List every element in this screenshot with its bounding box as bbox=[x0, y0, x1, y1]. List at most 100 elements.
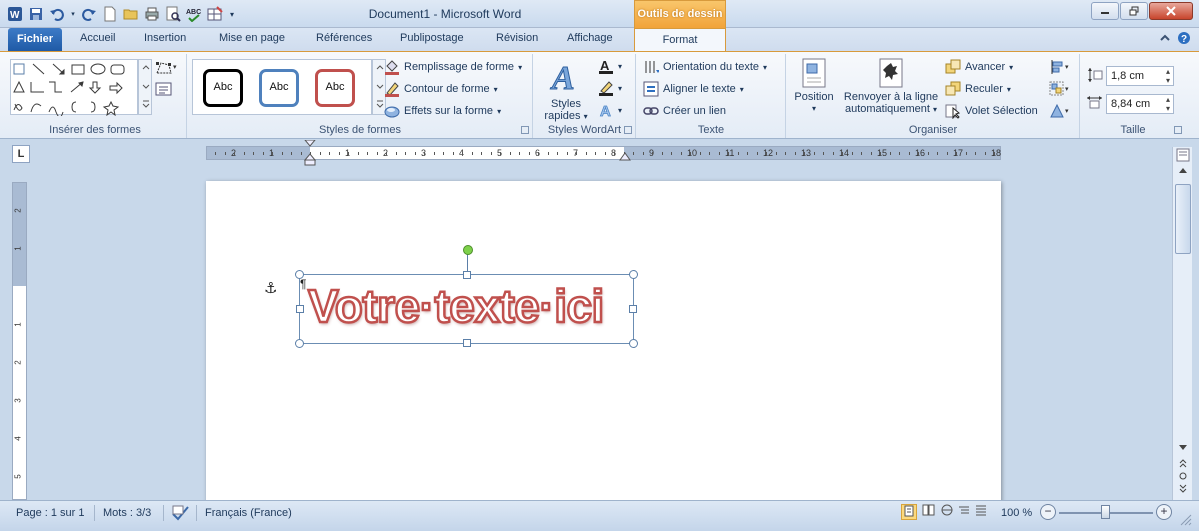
next-page-button[interactable] bbox=[1175, 484, 1191, 498]
previous-page-button[interactable] bbox=[1175, 458, 1191, 472]
word-count[interactable]: Mots : 3/3 bbox=[103, 507, 151, 519]
draw-text-box-button[interactable] bbox=[155, 81, 173, 100]
print-layout-view-button[interactable] bbox=[901, 504, 917, 520]
minimize-button[interactable] bbox=[1091, 2, 1119, 20]
resize-handle-top[interactable] bbox=[463, 271, 471, 279]
text-fill-button[interactable]: A ▾ bbox=[598, 58, 622, 74]
ruler-tick bbox=[918, 152, 919, 155]
shape-effects-button[interactable]: Effets sur la forme ▾ bbox=[384, 103, 501, 119]
tab-file[interactable]: Fichier bbox=[8, 28, 62, 51]
help-icon[interactable]: ? bbox=[1177, 31, 1191, 48]
text-outline-button[interactable]: ▾ bbox=[598, 80, 622, 96]
resize-handle-top-right[interactable] bbox=[629, 270, 638, 279]
indent-markers-icon[interactable] bbox=[304, 140, 316, 166]
resize-handle-left[interactable] bbox=[296, 305, 304, 313]
zoom-slider-thumb[interactable] bbox=[1101, 505, 1110, 519]
zoom-level[interactable]: 100 % bbox=[1001, 507, 1032, 519]
selection-pane-button[interactable]: Volet Sélection bbox=[945, 103, 1038, 119]
scroll-down-button[interactable] bbox=[1175, 442, 1191, 456]
tab-format[interactable]: Format bbox=[634, 28, 726, 52]
shape-height-input[interactable]: 1,8 cm ▴ ▾ bbox=[1106, 66, 1174, 86]
page-count[interactable]: Page : 1 sur 1 bbox=[16, 507, 85, 519]
tab-selector-button[interactable]: L bbox=[12, 145, 30, 163]
outline-view-button[interactable] bbox=[956, 504, 972, 520]
minimize-ribbon-icon[interactable] bbox=[1158, 31, 1172, 48]
shape-style-2[interactable]: Abc bbox=[259, 69, 299, 107]
resize-grip-icon[interactable] bbox=[1178, 512, 1192, 529]
spin-arrows-icon[interactable]: ▴ ▾ bbox=[1166, 67, 1170, 85]
tab-references[interactable]: Références bbox=[316, 32, 372, 44]
position-button[interactable]: Position ▾ bbox=[791, 58, 837, 115]
tab-home[interactable]: Accueil bbox=[80, 32, 115, 44]
wrap-text-button[interactable]: Renvoyer à la ligne automatiquement ▾ bbox=[839, 58, 943, 116]
ruler-tick bbox=[899, 152, 900, 155]
quick-styles-label-1: Styles bbox=[551, 98, 581, 110]
web-layout-button[interactable] bbox=[939, 504, 955, 520]
outline-icon bbox=[959, 506, 969, 514]
resize-handle-bottom-left[interactable] bbox=[295, 339, 304, 348]
tab-review[interactable]: Révision bbox=[496, 32, 538, 44]
close-button[interactable] bbox=[1149, 2, 1193, 20]
edit-shape-button[interactable]: ▾ bbox=[155, 59, 179, 80]
resize-handle-right[interactable] bbox=[629, 305, 637, 313]
align-objects-button[interactable]: ▾ bbox=[1049, 59, 1073, 78]
wordart-text-box[interactable]: ¶ Votre·texte·ici bbox=[295, 245, 638, 348]
document-page[interactable]: ⚓ ¶ Votre·texte·ici bbox=[206, 181, 1001, 500]
resize-handle-bottom-right[interactable] bbox=[629, 339, 638, 348]
ruler-toggle-button[interactable] bbox=[1175, 148, 1191, 162]
horizontal-ruler[interactable]: 21123456789101112131415161718 bbox=[206, 140, 1001, 166]
full-screen-reading-button[interactable] bbox=[921, 504, 937, 520]
shape-outline-button[interactable]: Contour de forme ▾ bbox=[384, 81, 498, 97]
shape-height-value: 1,8 cm bbox=[1111, 70, 1145, 82]
dialog-launcher-icon[interactable] bbox=[521, 126, 529, 134]
tab-mailings[interactable]: Publipostage bbox=[400, 32, 464, 44]
tab-insert[interactable]: Insertion bbox=[144, 32, 186, 44]
shape-style-3[interactable]: Abc bbox=[315, 69, 355, 107]
shape-fill-button[interactable]: Remplissage de forme ▾ bbox=[384, 59, 522, 75]
dialog-launcher-icon[interactable] bbox=[624, 126, 632, 134]
tab-page-layout[interactable]: Mise en page bbox=[219, 32, 285, 44]
draft-view-button[interactable] bbox=[973, 504, 989, 520]
group-objects-button[interactable]: ▾ bbox=[1049, 81, 1073, 100]
tab-view[interactable]: Affichage bbox=[567, 32, 613, 44]
print-layout-icon bbox=[904, 505, 914, 517]
browse-object-button[interactable] bbox=[1175, 471, 1191, 485]
rotation-handle[interactable] bbox=[463, 245, 473, 255]
chain-link-icon bbox=[643, 107, 659, 115]
spin-arrows-icon[interactable]: ▴ ▾ bbox=[1166, 95, 1170, 113]
shapes-gallery[interactable] bbox=[10, 59, 138, 118]
shape-style-1[interactable]: Abc bbox=[203, 69, 243, 107]
ruler-tick bbox=[376, 152, 378, 155]
shapes-gallery-scroll[interactable] bbox=[138, 59, 152, 115]
right-indent-marker-icon[interactable] bbox=[619, 151, 631, 161]
vertical-ruler[interactable]: 21123456 bbox=[12, 182, 27, 517]
align-text-button[interactable]: Aligner le texte ▾ bbox=[643, 81, 744, 97]
zoom-out-button[interactable]: − bbox=[1040, 504, 1056, 520]
send-backward-button[interactable]: Reculer ▾ bbox=[945, 81, 1011, 97]
language-indicator[interactable]: Français (France) bbox=[205, 507, 292, 519]
restore-button[interactable] bbox=[1120, 2, 1148, 20]
chevron-down-icon: ▾ bbox=[739, 84, 744, 94]
shape-height-icon bbox=[1088, 68, 1103, 82]
send-backward-icon bbox=[945, 81, 961, 96]
chevron-down-icon: ▾ bbox=[1009, 62, 1014, 72]
rotate-objects-button[interactable]: ▾ bbox=[1049, 103, 1073, 122]
text-direction-button[interactable]: Orientation du texte ▾ bbox=[643, 59, 767, 75]
proofing-icon[interactable] bbox=[171, 504, 191, 525]
create-link-button[interactable]: Créer un lien bbox=[643, 103, 726, 119]
ruler-tick bbox=[557, 152, 558, 155]
shape-width-input[interactable]: 8,84 cm ▴ ▾ bbox=[1106, 94, 1174, 114]
scroll-thumb[interactable] bbox=[1175, 184, 1191, 254]
svg-text:A: A bbox=[550, 60, 575, 95]
dialog-launcher-icon[interactable] bbox=[1174, 126, 1182, 134]
quick-styles-button[interactable]: A Styles rapides ▾ bbox=[538, 57, 594, 123]
text-effects-button[interactable]: A ▾ bbox=[598, 102, 622, 118]
vertical-scrollbar[interactable] bbox=[1172, 147, 1192, 500]
wordart-text[interactable]: Votre·texte·ici bbox=[307, 279, 606, 334]
zoom-in-button[interactable]: + bbox=[1156, 504, 1172, 520]
resize-handle-top-left[interactable] bbox=[295, 270, 304, 279]
shape-styles-gallery[interactable]: Abc Abc Abc bbox=[192, 59, 372, 115]
scroll-up-button[interactable] bbox=[1175, 166, 1191, 180]
resize-handle-bottom[interactable] bbox=[463, 339, 471, 347]
bring-forward-button[interactable]: Avancer ▾ bbox=[945, 59, 1013, 75]
